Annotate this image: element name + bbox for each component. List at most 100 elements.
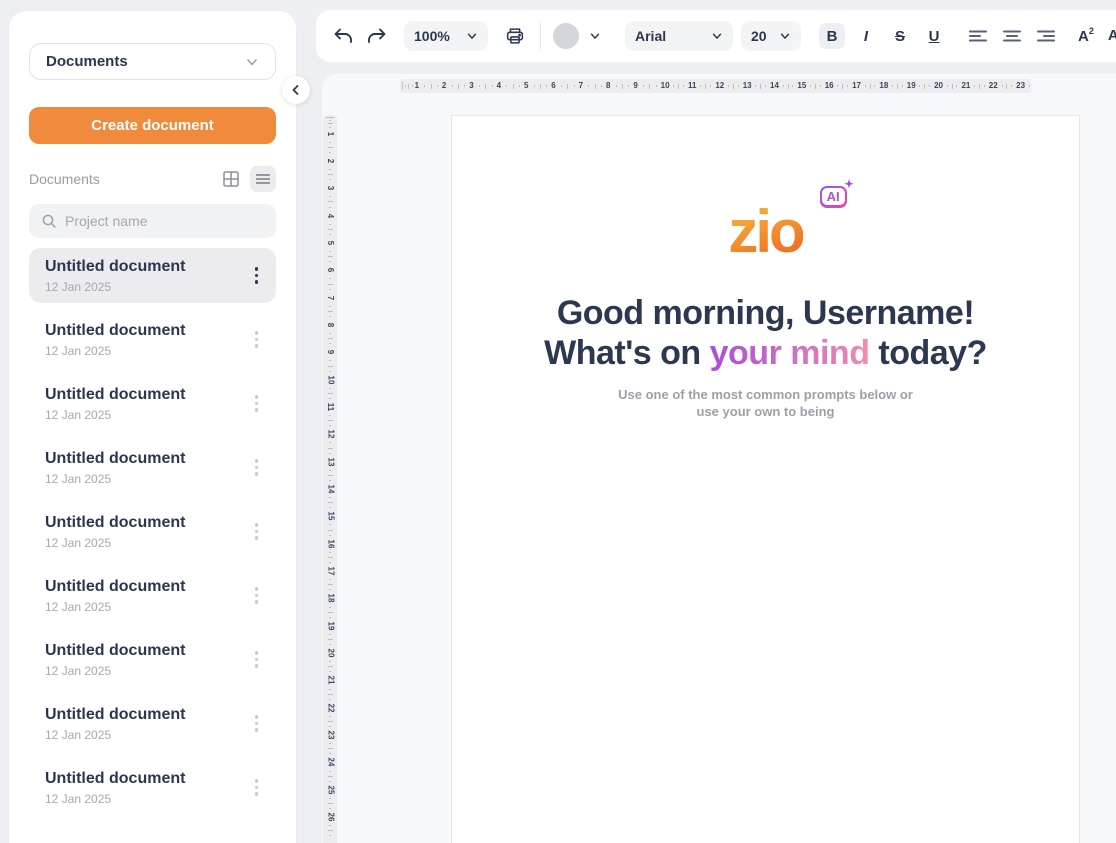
font-size-select[interactable]: 20 bbox=[741, 21, 801, 51]
undo-button[interactable] bbox=[330, 23, 356, 49]
chevron-down-icon bbox=[245, 55, 259, 69]
align-center-button[interactable] bbox=[999, 23, 1025, 49]
align-center-icon bbox=[1003, 29, 1021, 43]
redo-button[interactable] bbox=[364, 23, 390, 49]
ruler-mark: 6 bbox=[549, 82, 576, 90]
text-color-dropdown[interactable] bbox=[587, 23, 603, 49]
vertical-ruler[interactable]: 1 2 3 4 5 6 bbox=[323, 115, 337, 843]
align-right-button[interactable] bbox=[1033, 23, 1059, 49]
horizontal-ruler[interactable]: 1 2 3 4 5 6 bbox=[400, 79, 1031, 93]
undo-icon bbox=[332, 26, 354, 46]
ruler-mark: 2 bbox=[440, 82, 467, 90]
sidebar: Documents Create document Documents bbox=[8, 10, 297, 843]
ruler-mark: 1 bbox=[413, 82, 440, 90]
ruler-mark: 7 bbox=[326, 292, 335, 319]
documents-section-header: Documents bbox=[29, 166, 276, 192]
search-input[interactable] bbox=[65, 213, 264, 229]
document-options-kebab-icon[interactable] bbox=[251, 583, 263, 608]
font-size-value: 20 bbox=[751, 28, 767, 44]
ruler-mark: 12 bbox=[326, 428, 335, 455]
zio-logo-text: zio bbox=[728, 208, 802, 256]
search-icon bbox=[41, 213, 57, 229]
zoom-select[interactable]: 100% bbox=[404, 21, 488, 51]
chevron-down-icon bbox=[589, 30, 601, 42]
document-options-kebab-icon[interactable] bbox=[251, 647, 263, 672]
greeting-line1: Good morning, Username! bbox=[557, 294, 974, 332]
bold-button[interactable]: B bbox=[819, 23, 845, 49]
align-left-button[interactable] bbox=[965, 23, 991, 49]
italic-button[interactable]: I bbox=[853, 23, 879, 49]
document-title: Untitled document bbox=[45, 450, 185, 468]
ruler-mark: 13 bbox=[741, 82, 768, 90]
documents-section-label: Documents bbox=[29, 171, 100, 187]
underline-button[interactable]: U bbox=[921, 23, 947, 49]
greeting-line2-suffix: today? bbox=[869, 334, 986, 372]
ruler-mark: 3 bbox=[467, 82, 494, 90]
document-date: 12 Jan 2025 bbox=[45, 344, 185, 358]
strikethrough-button[interactable]: S bbox=[887, 23, 913, 49]
ruler-mark: 22 bbox=[326, 702, 335, 729]
document-options-kebab-icon[interactable] bbox=[251, 391, 263, 416]
ruler-mark: 20 bbox=[932, 82, 959, 90]
greeting-heading: Good morning, Username! What's on your m… bbox=[452, 293, 1079, 373]
document-title: Untitled document bbox=[45, 706, 185, 724]
text-color-swatch[interactable] bbox=[553, 23, 579, 49]
document-date: 12 Jan 2025 bbox=[45, 408, 185, 422]
ruler-mark: 10 bbox=[326, 374, 335, 401]
ruler-mark: 20 bbox=[326, 647, 335, 674]
document-title: Untitled document bbox=[45, 770, 185, 788]
workspace-selector-dropdown[interactable]: Documents bbox=[29, 43, 276, 80]
greeting-highlight: your mind bbox=[710, 334, 870, 372]
document-options-kebab-icon[interactable] bbox=[251, 263, 263, 288]
document-options-kebab-icon[interactable] bbox=[251, 711, 263, 736]
printer-icon bbox=[504, 25, 526, 47]
superscript-button[interactable]: A2 bbox=[1075, 28, 1097, 45]
ruler-mark: 18 bbox=[326, 592, 335, 619]
document-list-item[interactable]: Untitled document 12 Jan 2025 bbox=[29, 440, 276, 495]
ruler-mark: 19 bbox=[905, 82, 932, 90]
ruler-mark: 13 bbox=[326, 456, 335, 483]
document-list-item[interactable]: Untitled document 12 Jan 2025 bbox=[29, 504, 276, 559]
document-date: 12 Jan 2025 bbox=[45, 664, 185, 678]
ruler-mark: 17 bbox=[326, 565, 335, 592]
document-list-item[interactable]: Untitled document 12 Jan 2025 bbox=[29, 568, 276, 623]
sidebar-collapse-button[interactable] bbox=[282, 76, 310, 104]
redo-icon bbox=[366, 26, 388, 46]
ruler-mark: 25 bbox=[326, 784, 335, 811]
document-title: Untitled document bbox=[45, 386, 185, 404]
document-list-item[interactable]: Untitled document 12 Jan 2025 bbox=[29, 632, 276, 687]
ruler-mark: 19 bbox=[326, 620, 335, 647]
ruler-mark: 5 bbox=[522, 82, 549, 90]
font-family-select[interactable]: Arial bbox=[625, 21, 733, 51]
ruler-mark: 18 bbox=[877, 82, 904, 90]
ruler-mark: 11 bbox=[686, 82, 713, 90]
document-list-item[interactable]: Untitled document 12 Jan 2025 bbox=[29, 312, 276, 367]
document-date: 12 Jan 2025 bbox=[45, 792, 185, 806]
greeting-line2-prefix: What's on bbox=[544, 334, 710, 372]
ruler-mark: 26 bbox=[326, 811, 335, 838]
document-list-item[interactable]: Untitled document 12 Jan 2025 bbox=[29, 760, 276, 815]
ruler-mark: 8 bbox=[326, 319, 335, 346]
align-left-icon bbox=[969, 29, 987, 43]
document-title: Untitled document bbox=[45, 322, 185, 340]
ruler-mark: 23 bbox=[1014, 82, 1031, 90]
ruler-mark: 6 bbox=[326, 264, 335, 291]
grid-view-button[interactable] bbox=[218, 166, 244, 192]
ruler-mark: 3 bbox=[326, 182, 335, 209]
subscript-button[interactable]: A2 bbox=[1105, 27, 1116, 46]
document-options-kebab-icon[interactable] bbox=[251, 455, 263, 480]
document-options-kebab-icon[interactable] bbox=[251, 775, 263, 800]
ruler-mark: 14 bbox=[326, 483, 335, 510]
ruler-mark: 11 bbox=[326, 401, 335, 428]
document-list-item[interactable]: Untitled document 12 Jan 2025 bbox=[29, 376, 276, 431]
document-page[interactable]: zio AI Good morning, Username! What's on… bbox=[451, 115, 1080, 843]
document-date: 12 Jan 2025 bbox=[45, 472, 185, 486]
create-document-button[interactable]: Create document bbox=[29, 107, 276, 144]
greeting-subtitle: Use one of the most common prompts below… bbox=[452, 386, 1079, 420]
list-view-button[interactable] bbox=[250, 166, 276, 192]
document-list-item[interactable]: Untitled document 12 Jan 2025 bbox=[29, 696, 276, 751]
document-options-kebab-icon[interactable] bbox=[251, 519, 263, 544]
print-button[interactable] bbox=[502, 23, 528, 49]
document-options-kebab-icon[interactable] bbox=[251, 327, 263, 352]
document-list-item[interactable]: Untitled document 12 Jan 2025 bbox=[29, 248, 276, 303]
